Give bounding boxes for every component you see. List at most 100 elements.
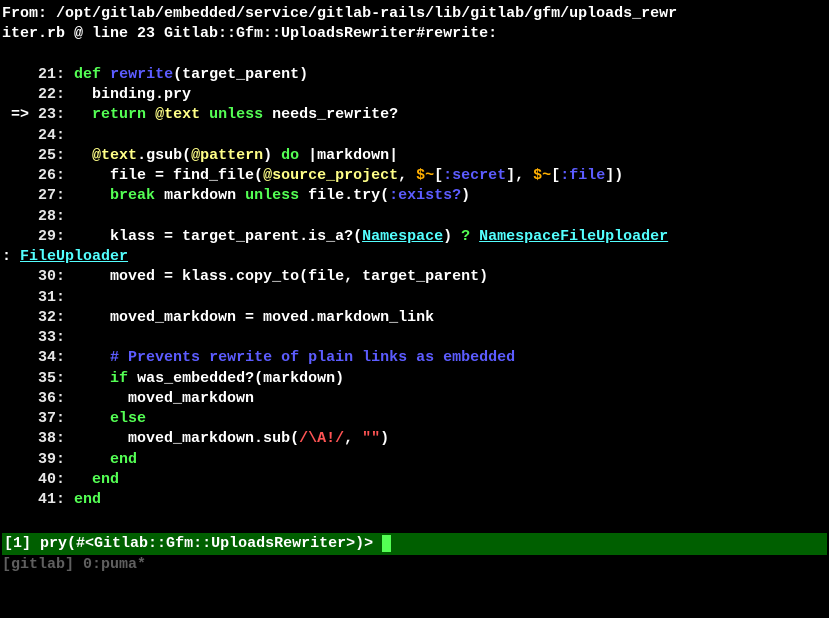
- code-line: 34: # Prevents rewrite of plain links as…: [2, 348, 827, 368]
- line-prefix: [2, 268, 38, 285]
- line-prefix: [2, 451, 38, 468]
- line-prefix: [2, 309, 38, 326]
- code-token: return: [92, 106, 146, 123]
- code-line: 26: file = find_file(@source_project, $~…: [2, 166, 827, 186]
- code-line: 35: if was_embedded?(markdown): [2, 369, 827, 389]
- code-token: if: [110, 370, 128, 387]
- line-number: 25:: [38, 146, 74, 166]
- code-token: was_embedded?(markdown): [128, 370, 344, 387]
- line-number: 34:: [38, 348, 74, 368]
- code-line: 36: moved_markdown: [2, 389, 827, 409]
- line-number: 38:: [38, 429, 74, 449]
- wrap-prefix: :: [2, 248, 20, 265]
- code-token: moved_markdown: [74, 390, 254, 407]
- code-token: @pattern: [191, 147, 263, 164]
- pry-prompt[interactable]: [1] pry(#<Gitlab::Gfm::UploadsRewriter>)…: [2, 533, 827, 555]
- code-token: ],: [506, 167, 533, 184]
- line-number: 23:: [38, 105, 74, 125]
- code-token: def: [74, 66, 101, 83]
- code-line: 24:: [2, 126, 827, 146]
- line-number: 41:: [38, 490, 74, 510]
- code-token: [: [434, 167, 443, 184]
- code-block: 30: moved = klass.copy_to(file, target_p…: [2, 267, 827, 510]
- terminal-output: From: /opt/gitlab/embedded/service/gitla…: [2, 4, 827, 575]
- code-token: end: [110, 451, 137, 468]
- from-label: From:: [2, 5, 47, 22]
- code-token: [101, 66, 110, 83]
- code-token: [74, 370, 110, 387]
- code-token: [74, 349, 110, 366]
- code-token: [146, 106, 155, 123]
- code-line: 33:: [2, 328, 827, 348]
- code-token: end: [92, 471, 119, 488]
- code-token: moved = klass.copy_to(file, target_paren…: [74, 268, 488, 285]
- line-number: 37:: [38, 409, 74, 429]
- line-prefix: [2, 410, 38, 427]
- code-token: NamespaceFileUploader: [479, 228, 668, 245]
- code-token: ?: [461, 228, 470, 245]
- tmux-status: [gitlab] 0:puma*: [2, 555, 827, 575]
- code-token: else: [110, 410, 146, 427]
- line-prefix: [2, 86, 38, 103]
- code-token: :file: [560, 167, 605, 184]
- code-token: ,: [398, 167, 416, 184]
- code-token: |markdown|: [299, 147, 398, 164]
- code-token: markdown: [155, 187, 245, 204]
- class-name: FileUploader: [20, 248, 128, 265]
- code-token: :secret: [443, 167, 506, 184]
- line-prefix: [2, 208, 38, 225]
- code-token: [74, 451, 110, 468]
- line-prefix: =>: [2, 106, 38, 123]
- code-token: ,: [344, 430, 362, 447]
- line-number: 24:: [38, 126, 74, 146]
- from-header: From: /opt/gitlab/embedded/service/gitla…: [2, 4, 827, 45]
- line-prefix: [2, 390, 38, 407]
- code-token: do: [281, 147, 299, 164]
- code-token: (target_parent): [173, 66, 308, 83]
- code-line: 37: else: [2, 409, 827, 429]
- code-line: 41: end: [2, 490, 827, 510]
- code-token: [74, 471, 92, 488]
- code-token: ]): [605, 167, 623, 184]
- code-token: klass = target_parent.is_a?(: [74, 228, 362, 245]
- code-line: 31:: [2, 288, 827, 308]
- code-token: needs_rewrite?: [263, 106, 398, 123]
- code-line: 40: end: [2, 470, 827, 490]
- code-token: file = find_file(: [74, 167, 263, 184]
- line-prefix: [2, 329, 38, 346]
- line-number: 26:: [38, 166, 74, 186]
- line-number: 32:: [38, 308, 74, 328]
- line-number: 39:: [38, 450, 74, 470]
- code-wrap-line: : FileUploader: [2, 247, 827, 267]
- line-prefix: [2, 228, 38, 245]
- line-number: 33:: [38, 328, 74, 348]
- line-number: 22:: [38, 85, 74, 105]
- line-number: 35:: [38, 369, 74, 389]
- code-token: $~: [416, 167, 434, 184]
- line-prefix: [2, 370, 38, 387]
- code-token: # Prevents rewrite of plain links as emb…: [110, 349, 515, 366]
- code-token: [74, 410, 110, 427]
- line-number: 28:: [38, 207, 74, 227]
- code-token: moved_markdown = moved.markdown_link: [74, 309, 434, 326]
- code-line: 39: end: [2, 450, 827, 470]
- code-line: 22: binding.pry: [2, 85, 827, 105]
- code-token: ): [263, 147, 281, 164]
- code-block: 21: def rewrite(target_parent) 22: bindi…: [2, 65, 827, 247]
- code-token: binding.pry: [74, 86, 191, 103]
- code-line: 29: klass = target_parent.is_a?(Namespac…: [2, 227, 827, 247]
- line-prefix: [2, 289, 38, 306]
- line-number: 27:: [38, 186, 74, 206]
- line-prefix: [2, 66, 38, 83]
- code-token: ): [443, 228, 461, 245]
- cursor-icon: [382, 535, 391, 552]
- code-token: [74, 106, 92, 123]
- code-line: 32: moved_markdown = moved.markdown_link: [2, 308, 827, 328]
- line-prefix: [2, 471, 38, 488]
- code-token: moved_markdown.sub(: [74, 430, 299, 447]
- code-token: "": [362, 430, 380, 447]
- code-token: @source_project: [263, 167, 398, 184]
- code-token: $~: [533, 167, 551, 184]
- code-token: [74, 187, 110, 204]
- code-token: @text: [155, 106, 200, 123]
